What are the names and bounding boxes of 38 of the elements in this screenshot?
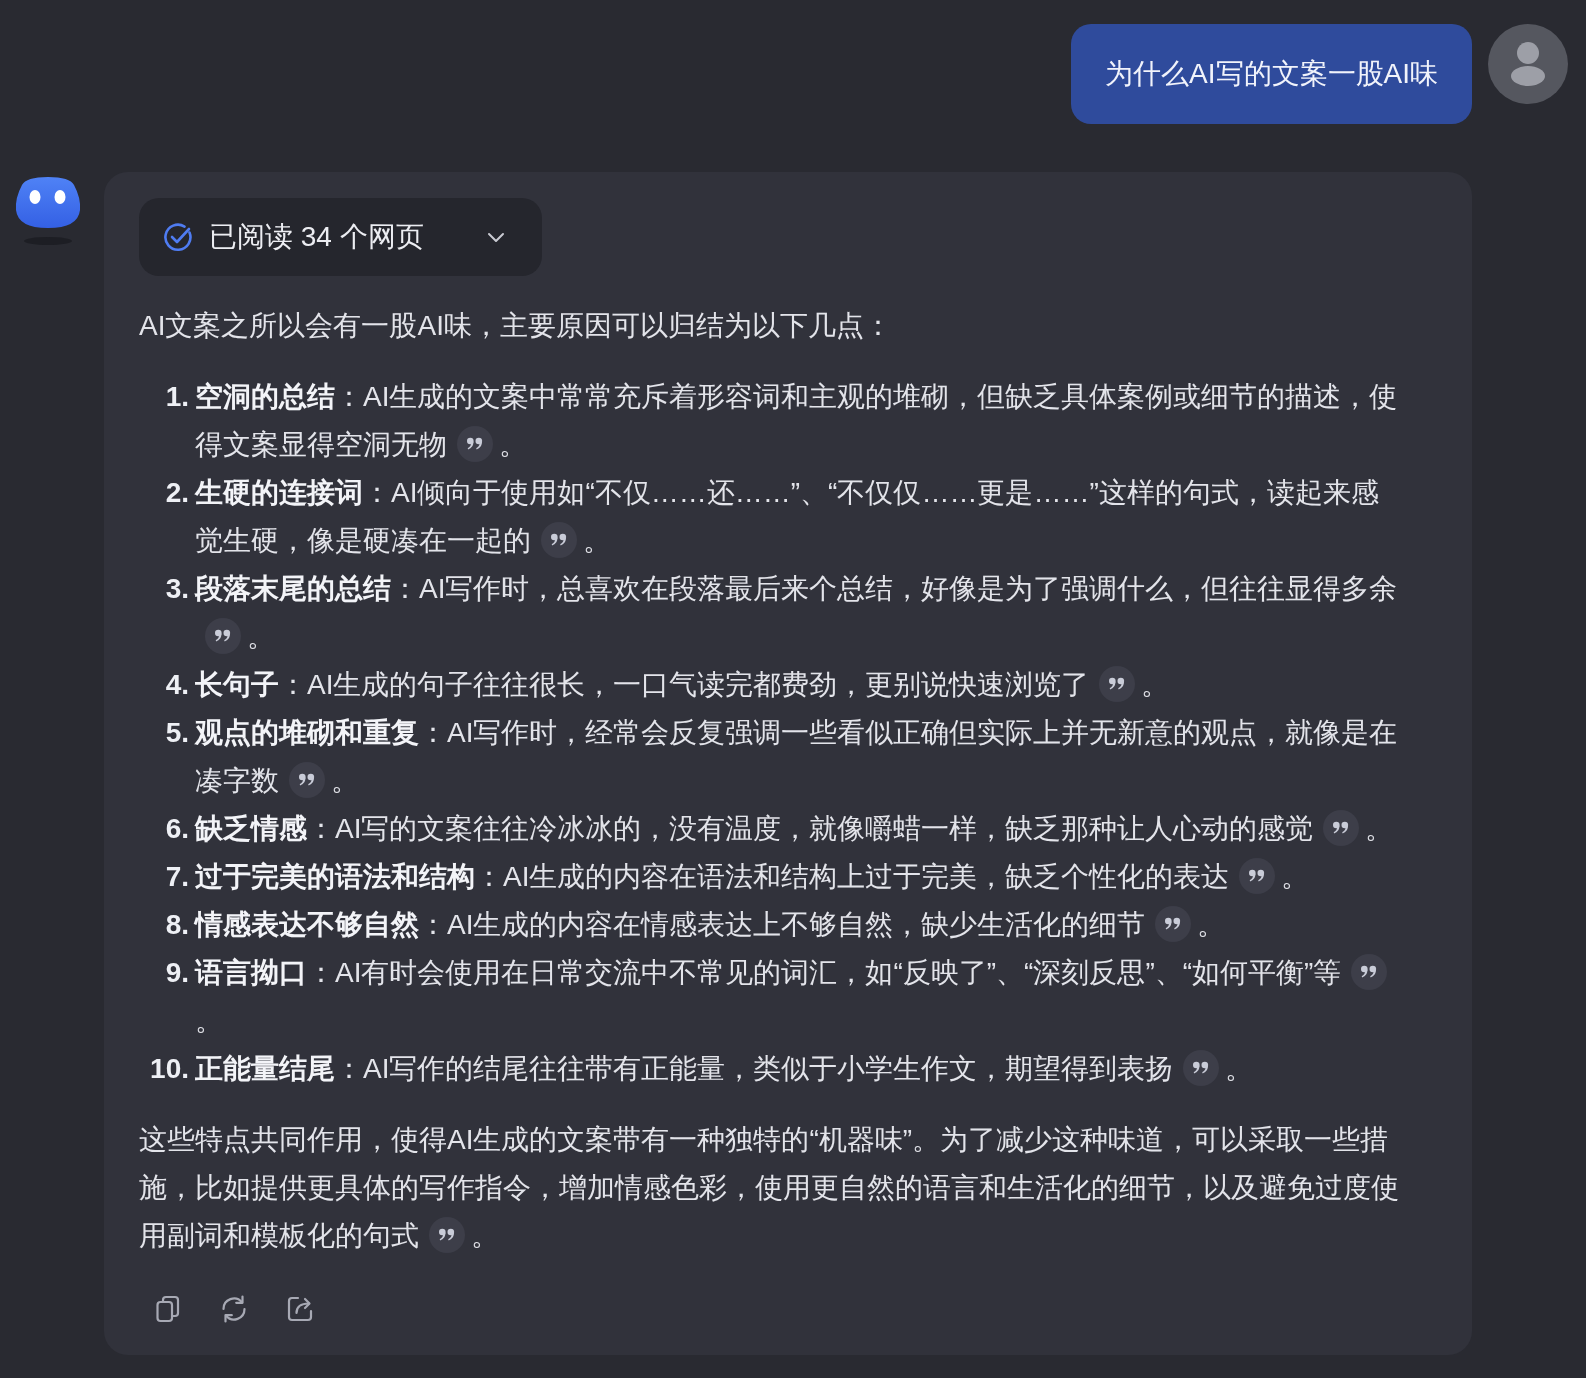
quote-icon[interactable] (1351, 953, 1388, 990)
list-number: 7. (164, 860, 189, 894)
bot-avatar-icon (14, 176, 82, 248)
quote-icon[interactable] (205, 617, 241, 654)
sources-toggle[interactable]: 已阅读 34 个网页 (139, 198, 542, 276)
list-number: 5. (164, 716, 189, 750)
list-number: 9. (164, 956, 189, 990)
list-number: 3. (164, 572, 189, 606)
quote-icon[interactable] (289, 761, 325, 798)
list-item-text: 长句子：AI生成的句子往往很长，一口气读完都费劲，更别说快速浏览了 。 (195, 661, 1405, 709)
list-item-text: 生硬的连接词：AI倾向于使用如“不仅……还……”、“不仅仅……更是……”这样的句式，读起来感觉生硬，像是硬凑在一起的 。 (195, 476, 1380, 560)
conclusion-text: 这些特点共同作用，使得AI生成的文案带有一种独特的“机器味”。为了减少这种味道，可以采取一些措施，比如提供更具体的写作指令，增加情感色彩，使用更自然的语言和生活化的细节，以及避免过度使用副词和模板化的句式 。 (139, 1123, 1400, 1255)
list-item-text: 正能量结尾：AI写作的结尾往往带有正能量，类似于小学生作文，期望得到表扬 。 (195, 1045, 1405, 1093)
list-item-text: 空洞的总结：AI生成的文案中常常充斥着形容词和主观的堆砌，但缺乏具体案例或细节的描述，使得文案显得空洞无物 。 (195, 380, 1399, 464)
user-avatar-icon (1488, 24, 1568, 104)
check-circle-icon (163, 222, 193, 252)
list-item-text: 观点的堆砌和重复：AI写作时，经常会反复强调一些看似正确但实际上并无新意的观点，就像是在凑字数 。 (195, 716, 1399, 800)
quote-icon[interactable] (1099, 665, 1136, 702)
list-item-text: 语言拗口：AI有时会使用在日常交流中不常见的词汇，如“反映了”、“深刻反思”、“如何平衡”等 。 (195, 949, 1405, 1045)
quote-icon[interactable] (1323, 809, 1360, 846)
quote-icon[interactable] (457, 425, 493, 462)
list-item-text: 段落末尾的总结：AI写作时，总喜欢在段落最后来个总结，好像是为了强调什么，但往往显得多余 。 (195, 572, 1399, 656)
list-number: 6. (164, 812, 189, 846)
list-number: 8. (164, 908, 189, 942)
quote-icon[interactable] (541, 521, 577, 558)
list-number: 4. (164, 668, 189, 702)
quote-icon[interactable] (429, 1216, 465, 1253)
list-number: 2. (164, 476, 189, 510)
list-item-text: 情感表达不够自然：AI生成的内容在情感表达上不够自然，缺少生活化的细节 。 (195, 901, 1405, 949)
list-number: 10. (149, 1052, 189, 1086)
quote-icon[interactable] (1183, 1049, 1220, 1086)
quote-icon[interactable] (1155, 905, 1192, 942)
list-number: 1. (164, 380, 189, 414)
list-item-text: 缺乏情感：AI写的文案往往冷冰冰的，没有温度，就像嚼蜡一样，缺乏那种让人心动的感觉 。 (195, 805, 1405, 853)
list-item-text: 过于完美的语法和结构：AI生成的内容在语法和结构上过于完美，缺乏个性化的表达 。 (195, 853, 1405, 901)
intro-text: AI文案之所以会有一股AI味，主要原因可以归结为以下几点： (139, 309, 893, 343)
user-message: 为什么AI写的文案一股AI味 (1071, 24, 1472, 124)
quote-icon[interactable] (1239, 857, 1276, 894)
